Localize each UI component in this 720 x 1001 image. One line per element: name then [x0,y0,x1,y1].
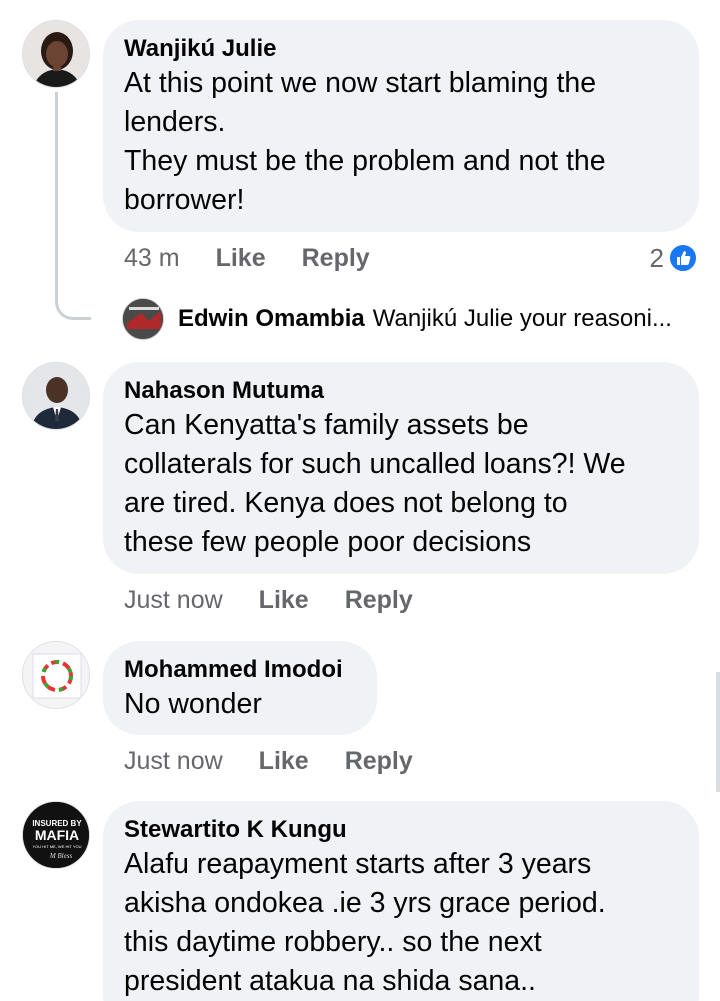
reply-snippet: Wanjikú Julie your reasoni... [372,305,672,332]
comment-text-line: Alafu reapayment starts after 3 years [124,848,592,880]
comment-text-line: Can Kenyatta's family assets be [124,409,529,441]
comment-text-line: akisha ondokea .ie 3 yrs grace period. [124,887,606,919]
comment-author[interactable]: Mohammed Imodoi [124,655,357,685]
badge-text-mafia: MAFIA [35,827,79,843]
comment-actions: Just now Like Reply [124,582,413,618]
reaction-count-number: 2 [649,242,664,273]
comment-author[interactable]: Stewartito K Kungu [124,815,679,845]
comment-text-line: president atakua na shida sana.. [124,965,536,997]
scrollbar[interactable] [716,672,720,792]
comment-text-line: collaterals for such uncalled loans?! We [124,448,626,480]
avatar [122,298,164,340]
timestamp[interactable]: Just now [124,586,223,615]
like-button[interactable]: Like [259,747,309,776]
comment-text-line: At this point we now start blaming the [124,67,597,99]
comment-author[interactable]: Nahason Mutuma [124,376,679,406]
timestamp[interactable]: 43 m [124,244,180,273]
comment-text-line: these few people poor decisions [124,526,532,558]
comment-text-line: lenders. [124,106,226,138]
comment-actions: Just now Like Reply [124,743,413,779]
reply-preview[interactable]: Edwin Omambia Wanjikú Julie your reasoni… [122,298,672,340]
avatar[interactable] [22,362,90,430]
comment-text-line: this daytime robbery.. so the next [124,926,542,958]
reaction-count[interactable]: 2 [650,240,698,276]
reply-author[interactable]: Edwin Omambia [178,305,365,333]
comment-text-line: borrower! [124,184,245,216]
comment-bubble: Mohammed Imodoi No wonder [103,641,377,735]
comment-text-line: No wonder [124,688,262,720]
badge-text-line: YOU HIT ME, WE HIT YOU [32,844,81,849]
comment-bubble: Nahason Mutuma Can Kenyatta's family ass… [103,362,699,574]
timestamp[interactable]: Just now [124,747,223,776]
like-button[interactable]: Like [259,586,309,615]
thread-connector [55,92,91,320]
reply-button[interactable]: Reply [302,244,370,273]
comment-bubble: Stewartito K Kungu Alafu reapayment star… [103,801,699,1001]
like-button[interactable]: Like [216,244,266,273]
comment-bubble: Wanjikú Julie At this point we now start… [103,20,699,232]
comment-text-line: They must be the problem and not the [124,145,606,177]
reply-button[interactable]: Reply [345,747,413,776]
avatar[interactable]: INSURED BY MAFIA YOU HIT ME, WE HIT YOU … [22,801,90,869]
comment-author[interactable]: Wanjikú Julie [124,34,679,64]
comment-actions: 43 m Like Reply [124,240,370,276]
badge-text-line: M Bless [49,852,73,860]
thumbs-up-icon [668,243,698,273]
avatar[interactable] [22,20,90,88]
reply-button[interactable]: Reply [345,586,413,615]
comment-text-line: are tired. Kenya does not belong to [124,487,568,519]
avatar[interactable] [22,641,90,709]
